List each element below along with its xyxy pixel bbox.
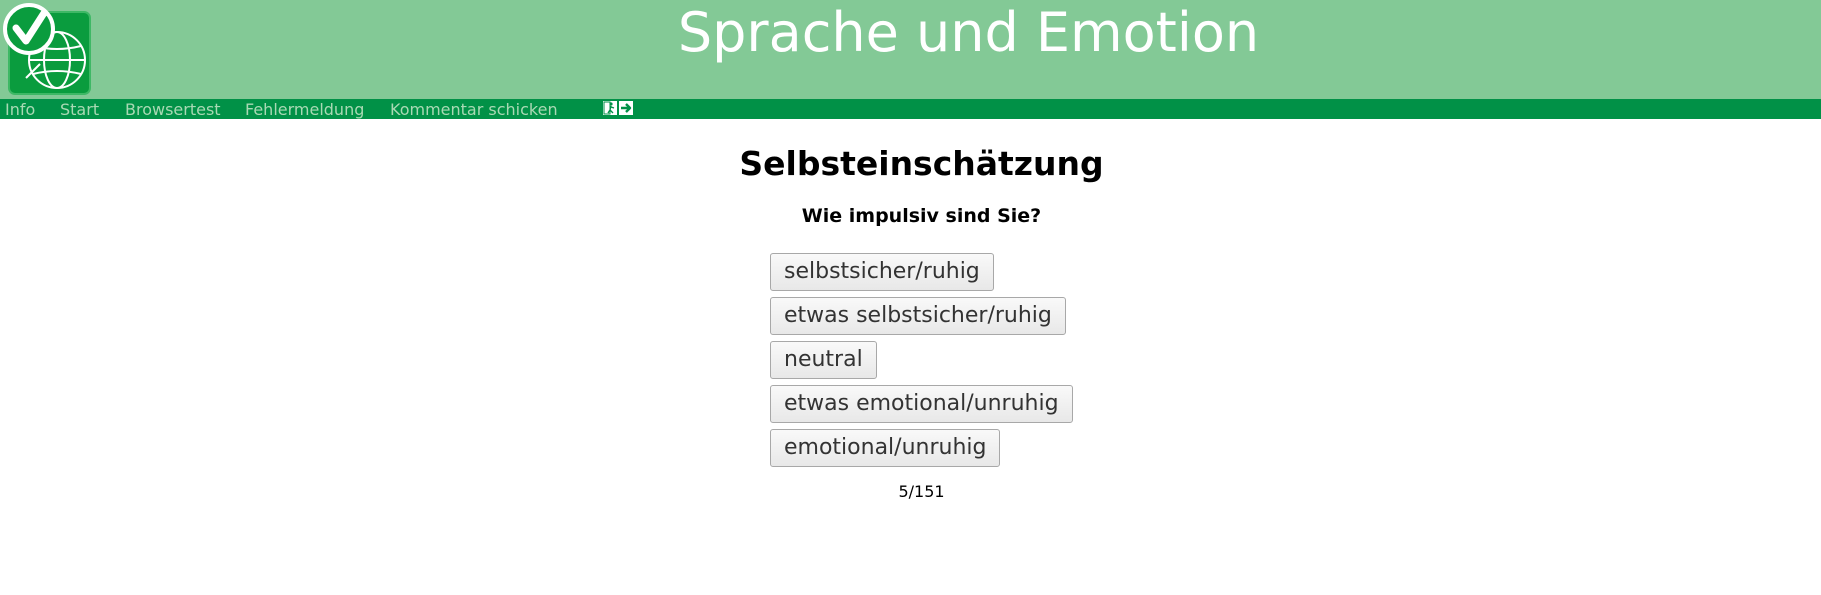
- exit-person-icon[interactable]: [603, 101, 617, 115]
- progress-counter: 5/151: [898, 482, 945, 501]
- nav-link-fehlermeldung[interactable]: Fehlermeldung: [245, 99, 364, 119]
- site-header: Sprache und Emotion: [0, 0, 1821, 99]
- nav-link-kommentar[interactable]: Kommentar schicken: [390, 99, 558, 119]
- answer-etwas-emotional-unruhig-button[interactable]: etwas emotional/unruhig: [770, 385, 1073, 423]
- nav-bar: Info Start Browsertest Fehlermeldung Kom…: [0, 99, 1821, 119]
- nav-link-info[interactable]: Info: [5, 99, 35, 119]
- answer-emotional-unruhig-button[interactable]: emotional/unruhig: [770, 429, 1001, 467]
- page-title: Selbsteinschätzung: [739, 144, 1104, 183]
- nav-link-start[interactable]: Start: [60, 99, 99, 119]
- arrow-right-icon[interactable]: [619, 101, 633, 115]
- nav-link-browsertest[interactable]: Browsertest: [125, 99, 221, 119]
- question-text: Wie impulsiv sind Sie?: [801, 205, 1042, 227]
- answer-neutral-button[interactable]: neutral: [770, 341, 877, 379]
- answer-etwas-selbstsicher-ruhig-button[interactable]: etwas selbstsicher/ruhig: [770, 297, 1066, 335]
- answer-selbstsicher-ruhig-button[interactable]: selbstsicher/ruhig: [770, 253, 994, 291]
- site-title: Sprache und Emotion: [677, 1, 1260, 64]
